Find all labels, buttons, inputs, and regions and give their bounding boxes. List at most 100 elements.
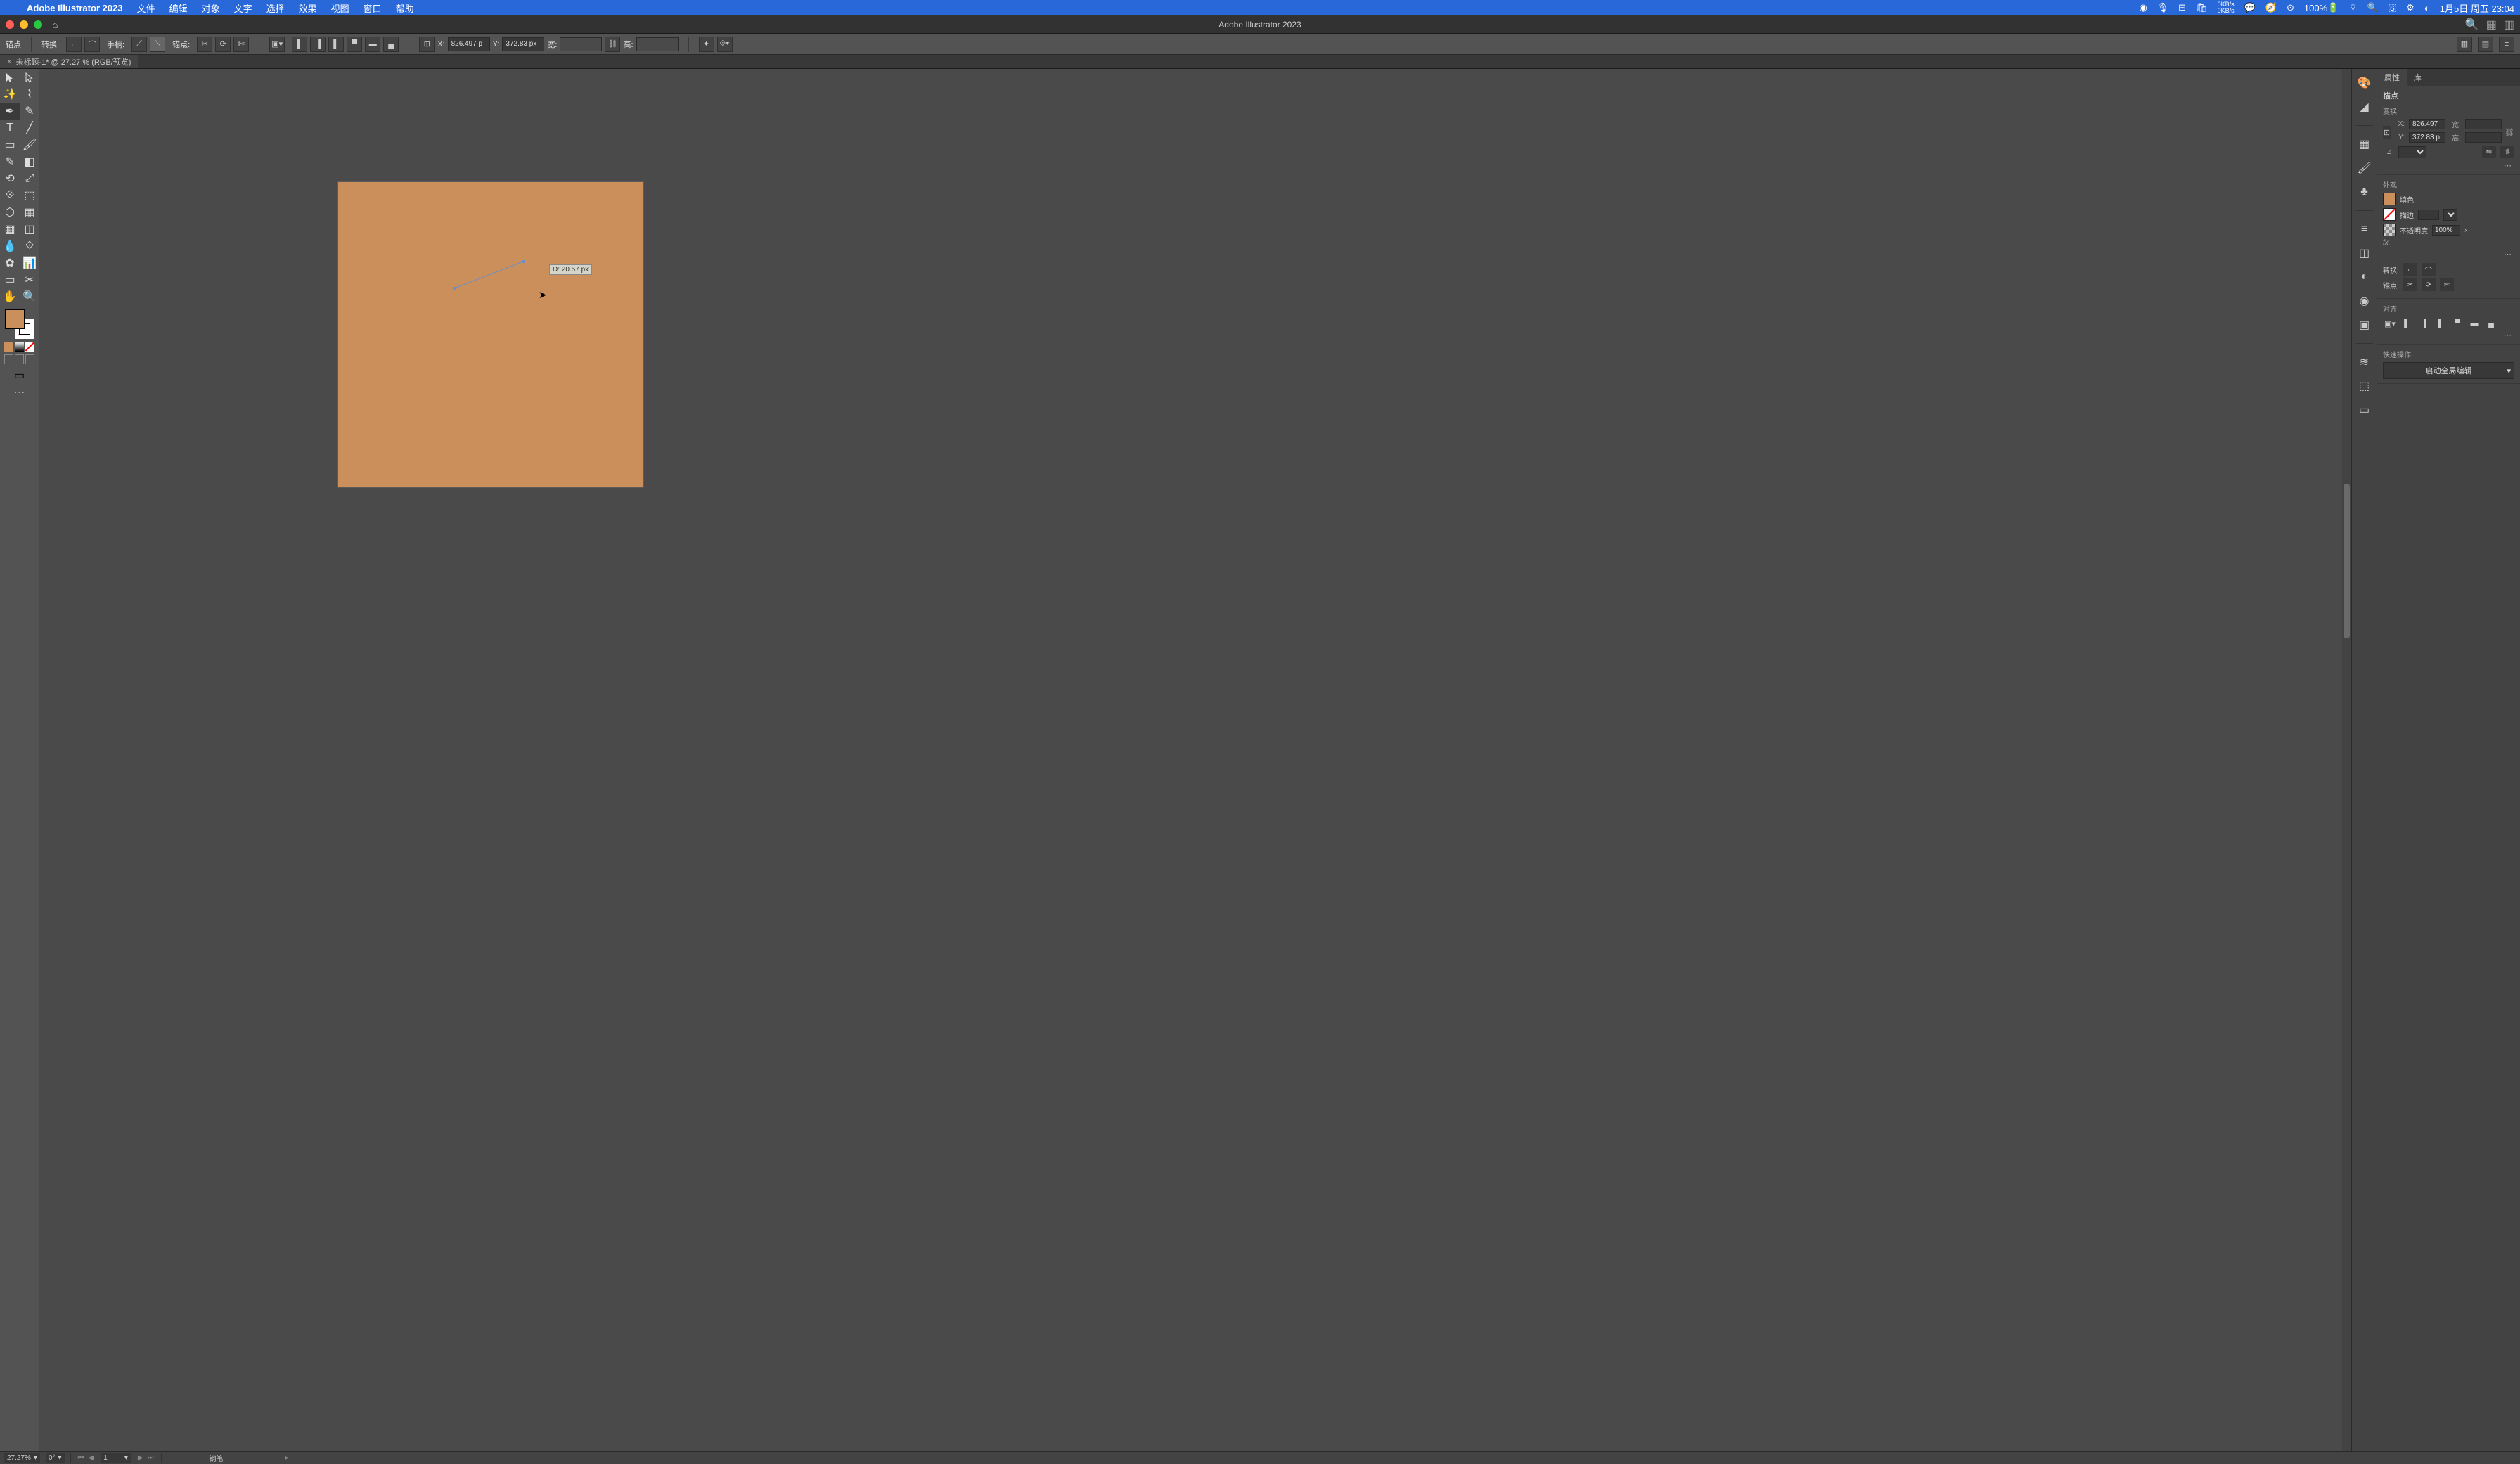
prev-artboard-button[interactable]: ◀ xyxy=(87,1454,96,1462)
link-wh-button[interactable]: ⛓ xyxy=(605,37,620,52)
asset-export-icon[interactable]: ⬚ xyxy=(2358,379,2372,393)
x-input[interactable] xyxy=(448,37,490,51)
color-swatch[interactable] xyxy=(4,342,13,352)
convert-smooth-btn[interactable]: ⌒ xyxy=(2422,263,2436,276)
next-artboard-button[interactable]: ▶ xyxy=(136,1454,145,1462)
handle-hide-button[interactable]: ⟍ xyxy=(150,37,165,52)
maximize-button[interactable] xyxy=(34,20,42,29)
opacity-input[interactable] xyxy=(2432,225,2460,236)
stroke-weight-select[interactable] xyxy=(2443,209,2457,221)
vertical-scrollbar[interactable] xyxy=(2342,69,2351,1451)
status-caret-icon[interactable]: ▸ xyxy=(285,1454,289,1462)
align-center-v-btn[interactable]: ▬ xyxy=(2467,316,2481,330)
play-icon[interactable]: ⊙ xyxy=(2287,2,2294,13)
swatches-panel-icon[interactable]: ▦ xyxy=(2358,137,2372,151)
rotation-select[interactable]: 0° ▾ xyxy=(46,1453,65,1463)
artboard[interactable] xyxy=(338,181,644,488)
gradient-swatch[interactable] xyxy=(15,342,24,352)
screen-icon[interactable]: ⊞ xyxy=(2178,2,2186,13)
transform-more-icon[interactable]: ⋯ xyxy=(2383,161,2514,170)
mesh-tool[interactable]: ▦ xyxy=(0,221,20,238)
search-icon[interactable]: 🔍 xyxy=(2465,18,2479,32)
hand-tool[interactable]: ✋ xyxy=(0,288,20,305)
type-tool[interactable]: T xyxy=(0,120,20,136)
siri-icon[interactable]: ◐ xyxy=(2424,3,2430,13)
link-dimensions-icon[interactable]: ⛓ xyxy=(2505,128,2514,137)
surge-icon[interactable]: 🇸 xyxy=(2389,2,2397,13)
symbols-panel-icon[interactable]: ♣ xyxy=(2358,185,2372,199)
draw-normal[interactable] xyxy=(4,354,13,364)
canvas[interactable]: D: 20.57 px ➤ xyxy=(39,69,2351,1451)
opacity-swatch[interactable] xyxy=(2383,224,2396,236)
direct-selection-tool[interactable] xyxy=(20,69,39,86)
align-bottom-btn[interactable]: ▄ xyxy=(2484,316,2498,330)
artboard-select[interactable]: 1 ▾ xyxy=(101,1453,131,1463)
minimize-button[interactable] xyxy=(20,20,28,29)
width-tool[interactable]: ⟐ xyxy=(0,187,20,204)
last-artboard-button[interactable]: ⏭ xyxy=(146,1454,155,1462)
cut-path-button[interactable]: ✄ xyxy=(233,37,249,52)
scrollbar-thumb[interactable] xyxy=(2344,484,2350,638)
free-transform-tool[interactable]: ⬚ xyxy=(20,187,39,204)
more-options-button[interactable]: ⟐▾ xyxy=(717,37,733,52)
rectangle-tool[interactable]: ▭ xyxy=(0,136,20,153)
curvature-tool[interactable]: ✎ xyxy=(20,103,39,120)
shape-properties-button[interactable]: ✦ xyxy=(699,37,714,52)
grid-button[interactable]: ▦ xyxy=(2457,37,2472,52)
screen-mode-button[interactable]: ▭ xyxy=(3,366,36,383)
brushes-panel-icon[interactable]: 🖌 xyxy=(2358,161,2372,175)
magic-wand-tool[interactable]: ✨ xyxy=(0,86,20,103)
scale-tool[interactable]: ⤢ xyxy=(20,170,39,187)
convert-corner-btn[interactable]: ⌐ xyxy=(2403,263,2417,276)
menu-select[interactable]: 选择 xyxy=(259,1,292,15)
convert-smooth-button[interactable]: ⌒ xyxy=(84,37,100,52)
blend-tool[interactable]: ⟐ xyxy=(20,238,39,255)
home-icon[interactable]: ⌂ xyxy=(52,19,58,30)
transparency-panel-icon[interactable]: ◐ xyxy=(2358,270,2372,284)
wechat-icon[interactable]: 💬 xyxy=(2244,2,2256,13)
props-x-input[interactable] xyxy=(2409,119,2445,129)
draw-behind[interactable] xyxy=(15,354,24,364)
menu-window[interactable]: 窗口 xyxy=(356,1,389,15)
line-tool[interactable]: ╱ xyxy=(20,120,39,136)
reference-point-icon[interactable]: ⊡ xyxy=(2383,126,2391,139)
align-right-button[interactable]: ▌ xyxy=(328,37,344,52)
symbol-sprayer-tool[interactable]: ✿ xyxy=(0,255,20,271)
document-tab[interactable]: × 未标题-1* @ 27.27 % (RGB/预览) xyxy=(0,55,138,68)
menu-help[interactable]: 帮助 xyxy=(389,1,421,15)
menu-type[interactable]: 文字 xyxy=(227,1,259,15)
edit-toolbar-button[interactable]: ⋯ xyxy=(3,383,36,402)
selection-tool[interactable] xyxy=(0,69,20,86)
zoom-tool[interactable]: 🔍 xyxy=(20,288,39,305)
artboard-tool[interactable]: ▭ xyxy=(0,271,20,288)
stroke-color-swatch[interactable] xyxy=(2383,208,2396,221)
tab-library[interactable]: 库 xyxy=(2407,69,2429,86)
cut-path-btn[interactable]: ✄ xyxy=(2440,278,2454,291)
shape-builder-tool[interactable]: ⬡ xyxy=(0,204,20,221)
lasso-tool[interactable]: ⌇ xyxy=(20,86,39,103)
stroke-weight-input[interactable] xyxy=(2418,210,2439,220)
perspective-grid-tool[interactable]: ▦ xyxy=(20,204,39,221)
align-bottom-button[interactable]: ▄ xyxy=(383,37,399,52)
angle-select[interactable] xyxy=(2398,146,2426,158)
align-more-icon[interactable]: ⋯ xyxy=(2383,330,2514,340)
align-left-button[interactable]: ▌ xyxy=(292,37,307,52)
flip-h-button[interactable]: ⇋ xyxy=(2482,146,2496,158)
fill-swatch[interactable] xyxy=(5,309,25,329)
align-left-btn[interactable]: ▌ xyxy=(2400,316,2414,330)
spotlight-icon[interactable]: 🔍 xyxy=(2367,2,2379,13)
props-y-input[interactable] xyxy=(2409,132,2445,143)
color-panel-icon[interactable]: 🎨 xyxy=(2358,76,2372,90)
layers-panel-icon[interactable]: ≋ xyxy=(2358,355,2372,369)
package-icon[interactable]: 🛍 xyxy=(2196,2,2208,13)
menu-object[interactable]: 对象 xyxy=(195,1,227,15)
fill-color-swatch[interactable] xyxy=(2383,193,2396,205)
slice-tool[interactable]: ✂ xyxy=(20,271,39,288)
align-center-v-button[interactable]: ▬ xyxy=(365,37,380,52)
opacity-caret-icon[interactable]: › xyxy=(2464,226,2467,234)
remove-anchor-button[interactable]: ✂ xyxy=(197,37,212,52)
isolate-button[interactable]: ▣▾ xyxy=(269,37,285,52)
align-to-button[interactable]: ▣▾ xyxy=(2383,316,2397,330)
control-center-icon[interactable]: ⚙ xyxy=(2406,2,2415,13)
align-right-btn[interactable]: ▌ xyxy=(2434,316,2448,330)
